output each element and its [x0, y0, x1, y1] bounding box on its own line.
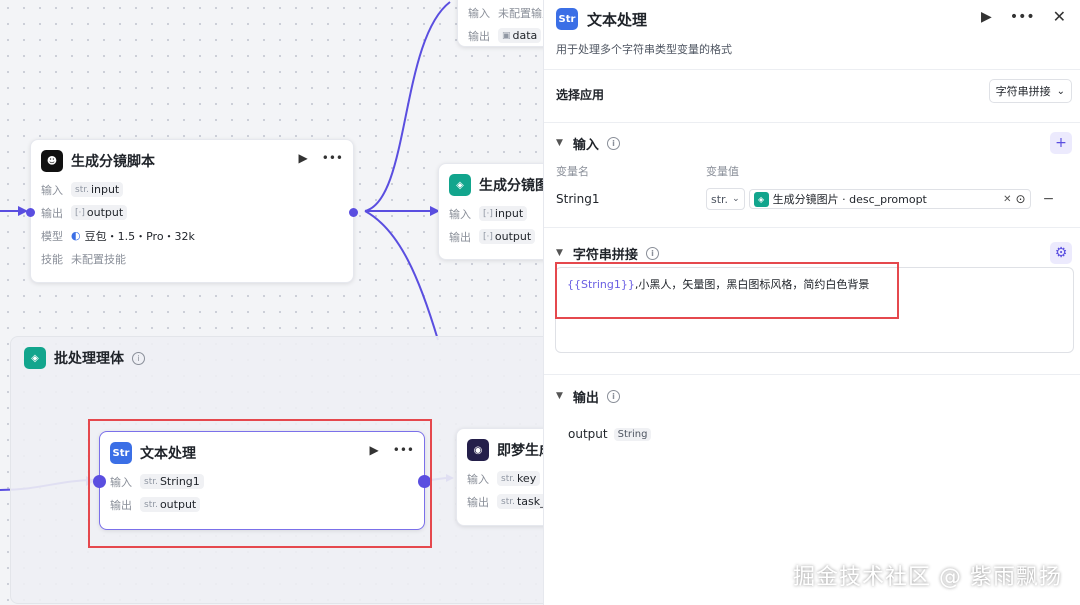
settings-button[interactable]: ⚙ — [1050, 242, 1072, 264]
layers-icon: ◈ — [449, 174, 471, 196]
jimeng-icon: ◉ — [467, 439, 489, 461]
variable-row: String1 str. ⌄ ◈ 生成分镜图片 · desc_promopt ✕… — [544, 188, 1080, 210]
close-icon[interactable]: ✕ — [1053, 7, 1066, 26]
output-tag: [·] output — [479, 229, 536, 244]
section-title: 输入 — [572, 137, 599, 153]
info-icon[interactable]: i — [132, 351, 145, 365]
gear-icon: ⚙ — [1054, 245, 1068, 261]
robot-icon: ☻ — [41, 150, 63, 172]
info-icon[interactable]: i — [606, 389, 620, 403]
selection-highlight — [88, 419, 432, 548]
section-title: 输出 — [572, 390, 599, 406]
watermark: 掘金技术社区 @ 紫雨飘扬 — [793, 565, 1062, 590]
input-tag: [·] input — [479, 206, 528, 221]
output-tag: [·] output — [71, 205, 128, 220]
app-label: 选择应用 — [556, 87, 605, 102]
chevron-down-icon[interactable]: ▼ — [556, 391, 563, 401]
remove-variable-icon[interactable]: − — [1043, 191, 1055, 207]
clear-icon[interactable]: ✕ — [1003, 194, 1011, 205]
node-title: 生成分镜脚本 — [71, 154, 155, 170]
target-icon[interactable]: ⊙ — [1016, 192, 1026, 206]
col-value-header: 变量值 — [706, 165, 739, 178]
variable-ref-input[interactable]: ◈ 生成分镜图片 · desc_promopt ✕ ⊙ — [748, 189, 1031, 209]
edge-script-to-batch — [364, 210, 439, 341]
group-title: 批处理理体 — [54, 351, 124, 367]
panel-title: 文本处理 — [587, 10, 648, 29]
jimeng-node[interactable]: ◉ 即梦生成 输入 str. key 输出 str. task_id — [456, 428, 556, 526]
image-node[interactable]: ◈ 生成分镜图 输入 [·] input 输出 [·] output — [438, 163, 558, 260]
run-icon[interactable]: ▶ — [299, 151, 308, 165]
chevron-down-icon[interactable]: ▼ — [556, 248, 563, 258]
input-tag: str. key — [497, 471, 541, 486]
str-icon: Str — [556, 8, 578, 30]
run-icon[interactable]: ▶ — [981, 9, 992, 25]
input-section: ▼ 输入 i + 变量名 变量值 String1 str. ⌄ ◈ 生成分镜图片… — [544, 123, 1080, 228]
info-icon[interactable]: i — [606, 136, 620, 150]
output-section: ▼ 输出 i output String — [544, 375, 1080, 451]
node-title: 生成分镜图 — [479, 178, 549, 194]
variable-name: String1 — [556, 192, 600, 206]
more-icon[interactable]: ••• — [1010, 9, 1035, 25]
info-icon[interactable]: i — [645, 246, 659, 260]
add-variable-button[interactable]: + — [1050, 132, 1072, 154]
section-title: 字符串拼接 — [572, 247, 638, 263]
doubao-icon: ◐ — [71, 229, 81, 242]
chevron-down-icon[interactable]: ▼ — [556, 138, 563, 148]
chevron-down-icon: ⌄ — [732, 194, 740, 204]
layers-icon: ◈ — [24, 347, 46, 369]
variable-type-select[interactable]: str. ⌄ — [706, 188, 745, 210]
input-tag: str. input — [71, 182, 124, 197]
script-node[interactable]: ☻ 生成分镜脚本 ▶ ••• 输入 str. input 输出 [·] output… — [26, 139, 358, 283]
output-type-badge: String — [613, 427, 652, 441]
output-name: output — [568, 427, 608, 441]
template-highlight — [555, 262, 899, 319]
script-input-handle[interactable] — [26, 208, 35, 217]
layers-icon: ◈ — [753, 191, 769, 207]
more-icon[interactable]: ••• — [322, 151, 343, 165]
output-tag: ▣ data — [498, 28, 542, 43]
top-partial-node[interactable]: 输入 未配置输入 输出 ▣ data — [457, 0, 557, 47]
chevron-down-icon: ⌄ — [1056, 85, 1065, 97]
panel-description: 用于处理多个字符串类型变量的格式 — [544, 31, 1080, 70]
app-select[interactable]: 字符串拼接 ⌄ — [988, 79, 1072, 103]
image-icon: ▣ — [502, 30, 511, 41]
col-name-header: 变量名 — [556, 165, 589, 178]
script-output-handle[interactable] — [349, 208, 358, 217]
